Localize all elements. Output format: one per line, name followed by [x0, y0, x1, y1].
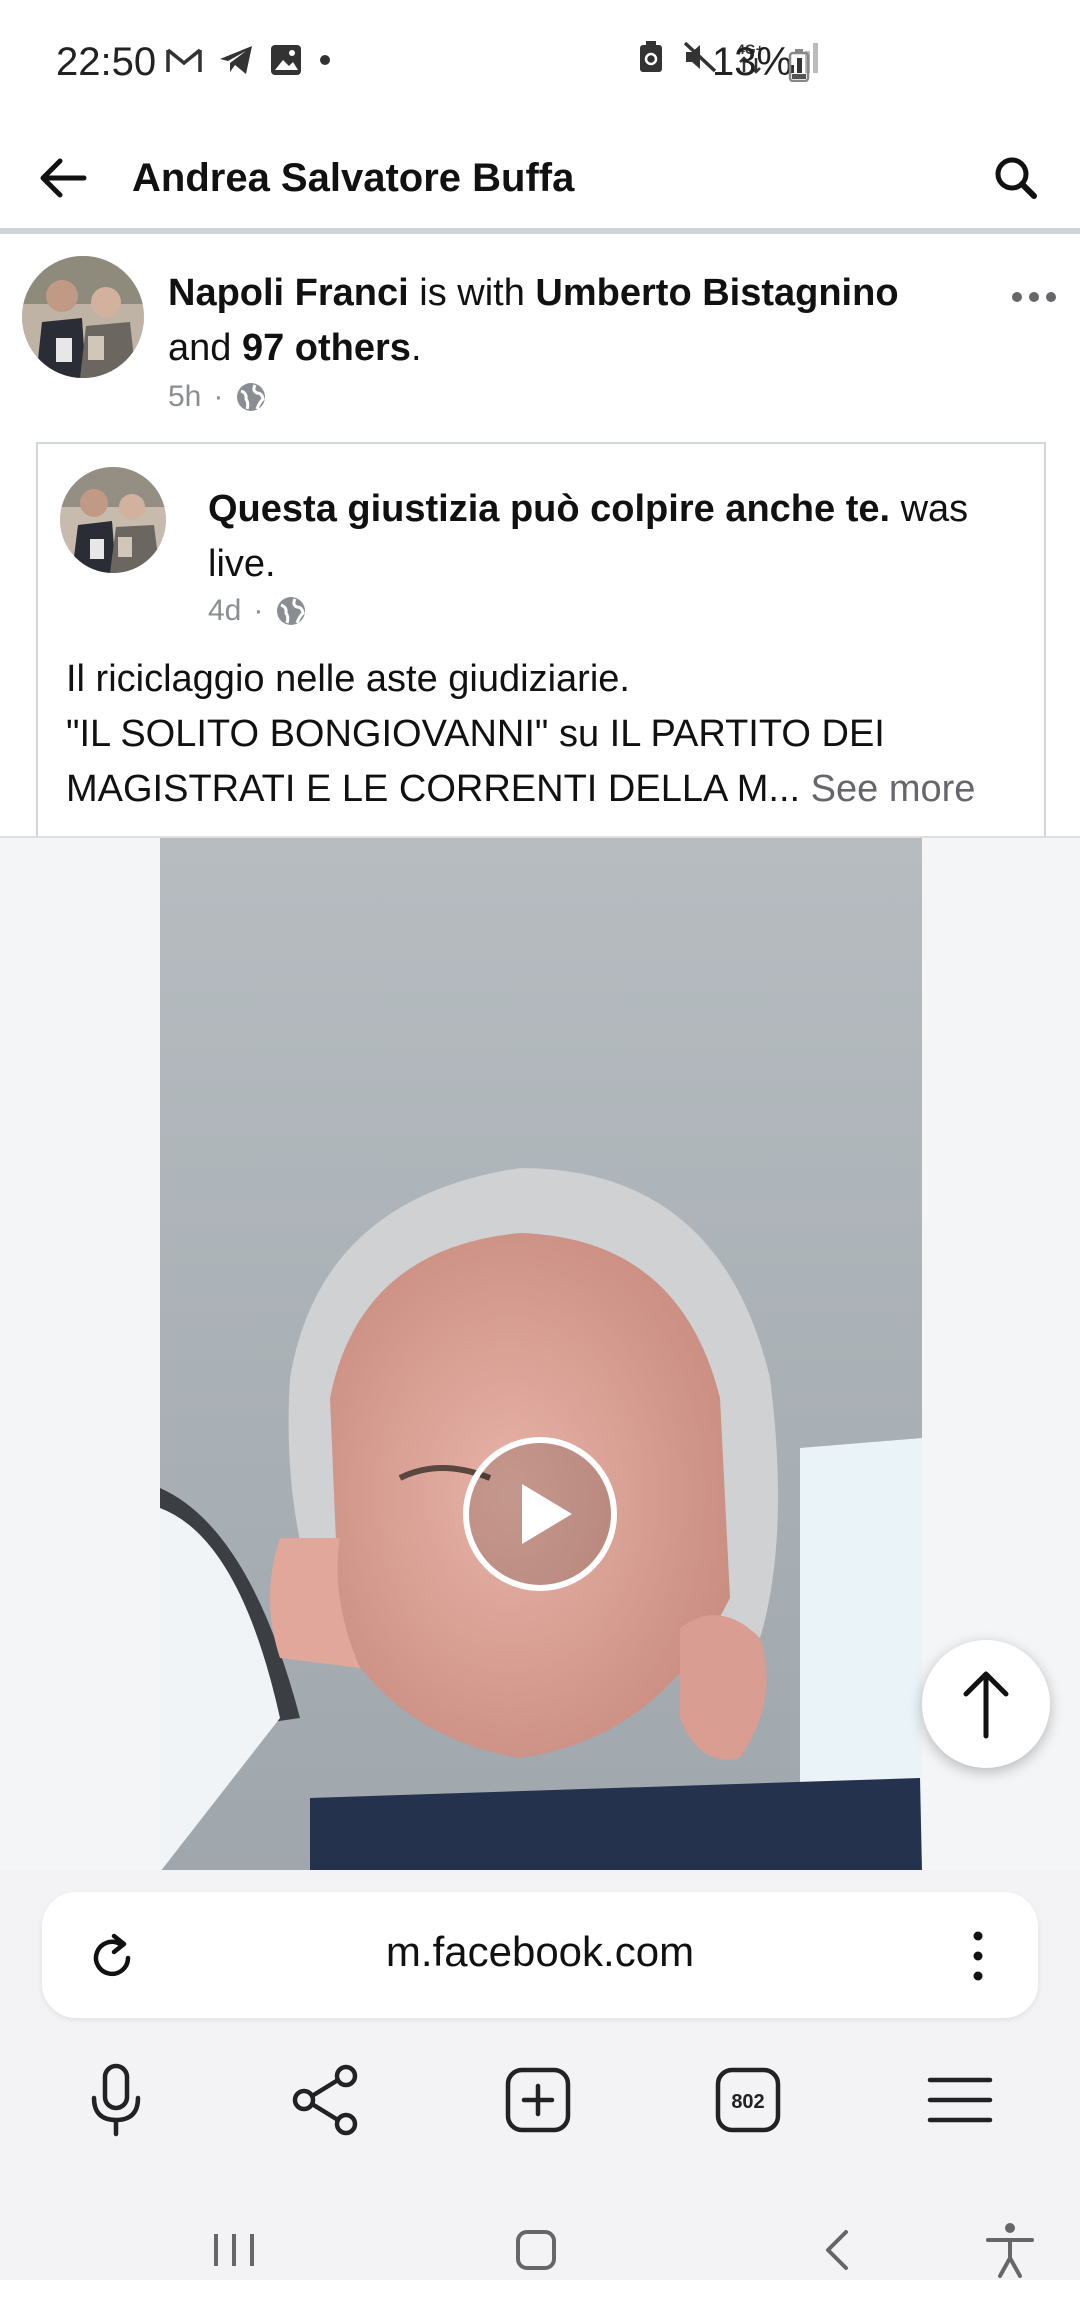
more-options-icon[interactable]: [1010, 286, 1058, 308]
video-thumbnail[interactable]: [160, 838, 922, 1872]
home-icon[interactable]: [496, 2210, 576, 2290]
see-more-link[interactable]: See more: [811, 768, 976, 810]
shared-title: Questa giustizia può colpire anche te. w…: [208, 482, 1038, 592]
back-nav-icon[interactable]: [798, 2210, 878, 2290]
telegram-icon: [220, 46, 252, 74]
body-line-last: MAGISTRATI E LE CORRENTI DELLA M... See …: [66, 762, 1026, 817]
page-header: Andrea Salvatore Buffa: [0, 130, 1080, 234]
browser-bar: m.facebook.com 802: [0, 1870, 1080, 2280]
and-text: and: [168, 327, 242, 369]
shared-body: Il riciclaggio nelle aste giudiziarie. "…: [66, 652, 1026, 817]
body-line: "IL SOLITO BONGIOVANNI" su IL PARTITO DE…: [66, 713, 885, 755]
kebab-menu-icon[interactable]: [968, 1926, 988, 1986]
shared-page-link[interactable]: Questa giustizia può colpire anche te.: [208, 488, 890, 530]
status-time: 22:50: [56, 40, 157, 84]
shared-separator: ·: [253, 594, 264, 627]
with-text: is with: [408, 272, 536, 314]
shared-avatar-image: [60, 467, 166, 573]
gallery-icon: [271, 45, 301, 75]
shared-page-avatar[interactable]: [60, 467, 166, 573]
meta-separator: ·: [213, 380, 224, 413]
accessibility-icon[interactable]: [970, 2210, 1050, 2290]
back-arrow-icon[interactable]: [34, 148, 94, 208]
dot-icon: [320, 55, 330, 65]
tabs-count: 802: [731, 2091, 764, 2113]
menu-icon[interactable]: [918, 2058, 1002, 2142]
page-title: Andrea Salvatore Buffa: [132, 156, 575, 200]
search-icon[interactable]: [986, 148, 1046, 208]
globe-icon: [237, 383, 266, 411]
battery-icon: [788, 49, 810, 82]
url-text[interactable]: m.facebook.com: [42, 1928, 1038, 1976]
play-icon[interactable]: [460, 1434, 620, 1594]
scroll-to-top-button[interactable]: [922, 1640, 1050, 1768]
battery-saver-icon: [640, 41, 662, 72]
post-time[interactable]: 5h: [168, 380, 201, 414]
tabs-counter-icon[interactable]: 802: [706, 2058, 790, 2142]
system-nav-bar: [0, 2210, 1080, 2310]
recent-apps-icon[interactable]: [194, 2210, 274, 2290]
body-line-3: MAGISTRATI E LE CORRENTI DELLA M...: [66, 768, 801, 810]
url-bar[interactable]: m.facebook.com: [42, 1892, 1038, 2018]
arrow-up-icon: [963, 1671, 1009, 1739]
others-link[interactable]: 97 others: [242, 327, 411, 369]
post-meta: 5h ·: [168, 380, 267, 414]
period-text: .: [410, 327, 422, 369]
video-area: [0, 836, 1080, 1872]
browser-toolbar: 802: [0, 2048, 1080, 2152]
avatar[interactable]: [22, 256, 144, 378]
video-image: [160, 838, 922, 1872]
shared-meta: 4d ·: [208, 594, 307, 628]
status-bar: 22:50 4G+ 13%: [0, 0, 1080, 130]
status-left-icons: [166, 44, 332, 76]
post-author-link[interactable]: Napoli Franci: [168, 272, 409, 314]
avatar-image: [22, 256, 144, 378]
shared-time[interactable]: 4d: [208, 594, 241, 628]
share-icon[interactable]: [284, 2058, 368, 2142]
battery-percent: 13%: [712, 40, 793, 84]
gmail-icon: [166, 48, 202, 72]
post-header-text: Napoli Franci is with Umberto Bistagnino…: [168, 266, 968, 376]
new-tab-icon[interactable]: [496, 2058, 580, 2142]
tagged-user-link[interactable]: Umberto Bistagnino: [535, 272, 898, 314]
body-line: Il riciclaggio nelle aste giudiziarie.: [66, 658, 630, 700]
globe-icon: [277, 597, 306, 625]
microphone-icon[interactable]: [74, 2058, 158, 2142]
